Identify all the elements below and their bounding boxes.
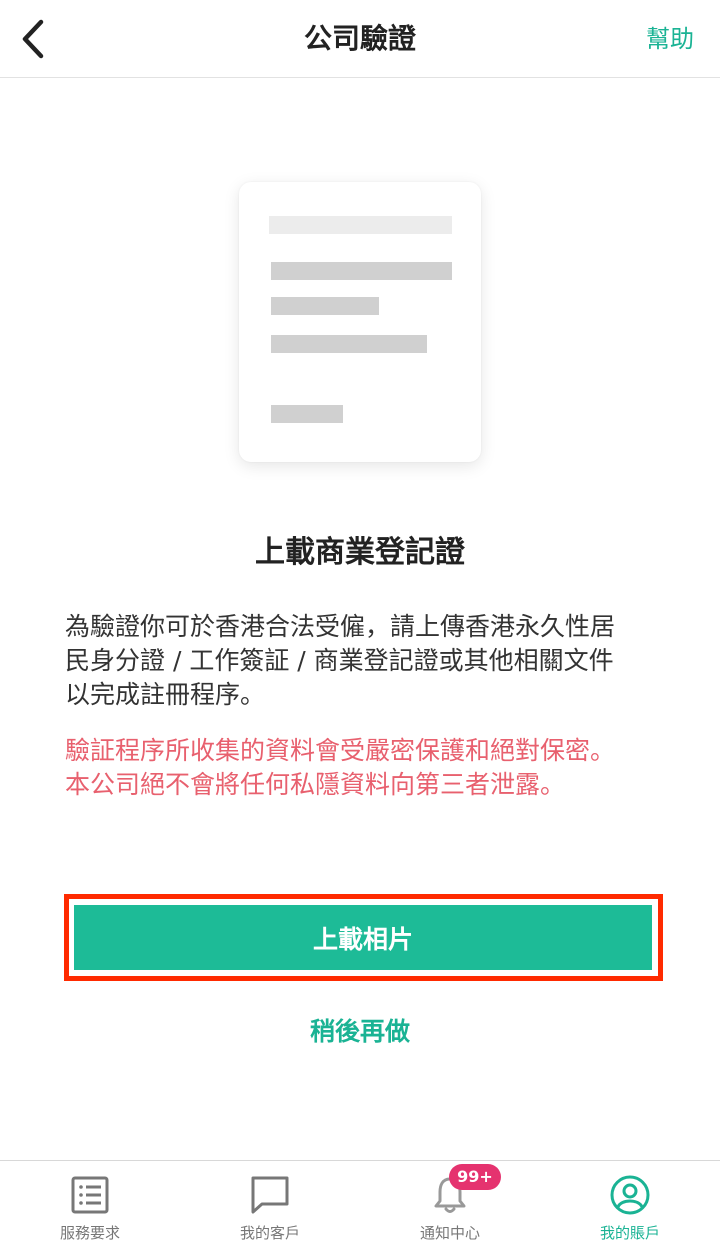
instruction-line: 民身分證 / 工作簽証 / 商業登記證或其他相關文件 xyxy=(65,646,614,675)
top-nav-bar: 公司驗證 幫助 xyxy=(0,0,720,78)
doc-line xyxy=(271,335,427,353)
section-heading: 上載商業登記證 xyxy=(255,535,465,570)
chat-icon xyxy=(248,1173,292,1217)
upload-photo-button[interactable]: 上載相片 xyxy=(74,905,652,970)
bottom-tab-bar: 服務要求 我的客戶 通知中心 我的賬戶 xyxy=(0,1160,720,1246)
doc-line xyxy=(271,262,452,280)
upload-button-highlight: 上載相片 xyxy=(64,894,663,981)
instruction-text: 為驗證你可於香港合法受僱，請上傳香港永久性居 民身分證 / 工作簽証 / 商業登… xyxy=(65,610,665,712)
tab-my-clients[interactable]: 我的客戶 xyxy=(180,1161,360,1246)
privacy-line: 驗証程序所收集的資料會受嚴密保護和絕對保密。 xyxy=(65,736,616,765)
tab-label: 服務要求 xyxy=(59,1224,120,1242)
doc-line xyxy=(269,216,452,234)
tab-my-account[interactable]: 我的賬戶 xyxy=(540,1161,720,1246)
doc-line xyxy=(271,405,343,423)
user-icon xyxy=(608,1173,652,1217)
document-illustration xyxy=(239,182,481,462)
doc-line xyxy=(271,297,379,315)
notification-badge: 99+ xyxy=(449,1164,501,1190)
instruction-line: 以完成註冊程序。 xyxy=(65,680,266,709)
privacy-line: 本公司絕不會將任何私隱資料向第三者泄露。 xyxy=(65,770,566,799)
instruction-line: 為驗證你可於香港合法受僱，請上傳香港永久性居 xyxy=(65,612,616,641)
page-title: 公司驗證 xyxy=(303,22,416,55)
tab-label: 通知中心 xyxy=(419,1224,480,1242)
list-icon xyxy=(68,1173,112,1217)
do-later-link[interactable]: 稍後再做 xyxy=(0,1012,720,1048)
help-link[interactable]: 幫助 xyxy=(646,0,694,78)
tab-label: 我的客戶 xyxy=(239,1224,300,1242)
tab-service-requests[interactable]: 服務要求 xyxy=(0,1161,180,1246)
tab-label: 我的賬戶 xyxy=(599,1224,660,1242)
privacy-notice: 驗証程序所收集的資料會受嚴密保護和絕對保密。 本公司絕不會將任何私隱資料向第三者… xyxy=(65,734,675,802)
